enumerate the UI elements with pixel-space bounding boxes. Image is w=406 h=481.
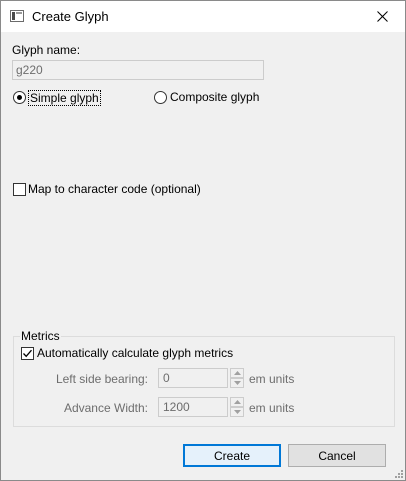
map-character-code-label[interactable]: Map to character code (optional) xyxy=(28,182,201,196)
arrow-down-icon xyxy=(233,410,241,414)
simple-glyph-label[interactable]: Simple glyph xyxy=(28,90,101,106)
close-icon xyxy=(376,11,388,22)
glyph-name-input[interactable] xyxy=(12,60,264,80)
left-side-bearing-label: Left side bearing: xyxy=(55,372,148,386)
advance-width-spinner[interactable] xyxy=(230,397,244,417)
advance-width-input[interactable] xyxy=(158,397,228,417)
simple-glyph-radio[interactable] xyxy=(13,91,26,104)
resize-grip-icon[interactable] xyxy=(393,468,403,478)
left-side-bearing-units: em units xyxy=(249,372,295,386)
arrow-down-icon xyxy=(233,381,241,385)
dialog-title: Create Glyph xyxy=(32,9,109,24)
arrow-up-icon xyxy=(233,371,241,375)
left-side-bearing-increment-button[interactable] xyxy=(230,368,244,378)
auto-calculate-metrics-label[interactable]: Automatically calculate glyph metrics xyxy=(37,346,233,360)
composite-glyph-radio[interactable] xyxy=(154,91,167,104)
title-bar[interactable]: Create Glyph xyxy=(1,1,405,32)
map-character-code-checkbox[interactable] xyxy=(13,183,26,196)
advance-width-increment-button[interactable] xyxy=(230,397,244,407)
create-glyph-dialog: Create Glyph Glyph name: Simple glyph Co… xyxy=(0,0,406,481)
app-icon xyxy=(10,10,24,22)
advance-width-decrement-button[interactable] xyxy=(230,407,244,417)
checkmark-icon xyxy=(23,349,32,358)
left-side-bearing-spinner[interactable] xyxy=(230,368,244,388)
cancel-button[interactable]: Cancel xyxy=(288,444,386,467)
left-side-bearing-decrement-button[interactable] xyxy=(230,378,244,388)
create-button[interactable]: Create xyxy=(183,444,281,467)
advance-width-units: em units xyxy=(249,401,295,415)
auto-calculate-metrics-checkbox[interactable] xyxy=(21,347,34,360)
left-side-bearing-input[interactable] xyxy=(158,368,228,388)
metrics-group-title: Metrics xyxy=(20,329,61,343)
composite-glyph-label[interactable]: Composite glyph xyxy=(170,90,259,104)
advance-width-label: Advance Width: xyxy=(63,401,148,415)
glyph-name-label: Glyph name: xyxy=(12,43,81,57)
arrow-up-icon xyxy=(233,400,241,404)
close-button[interactable] xyxy=(359,1,405,32)
